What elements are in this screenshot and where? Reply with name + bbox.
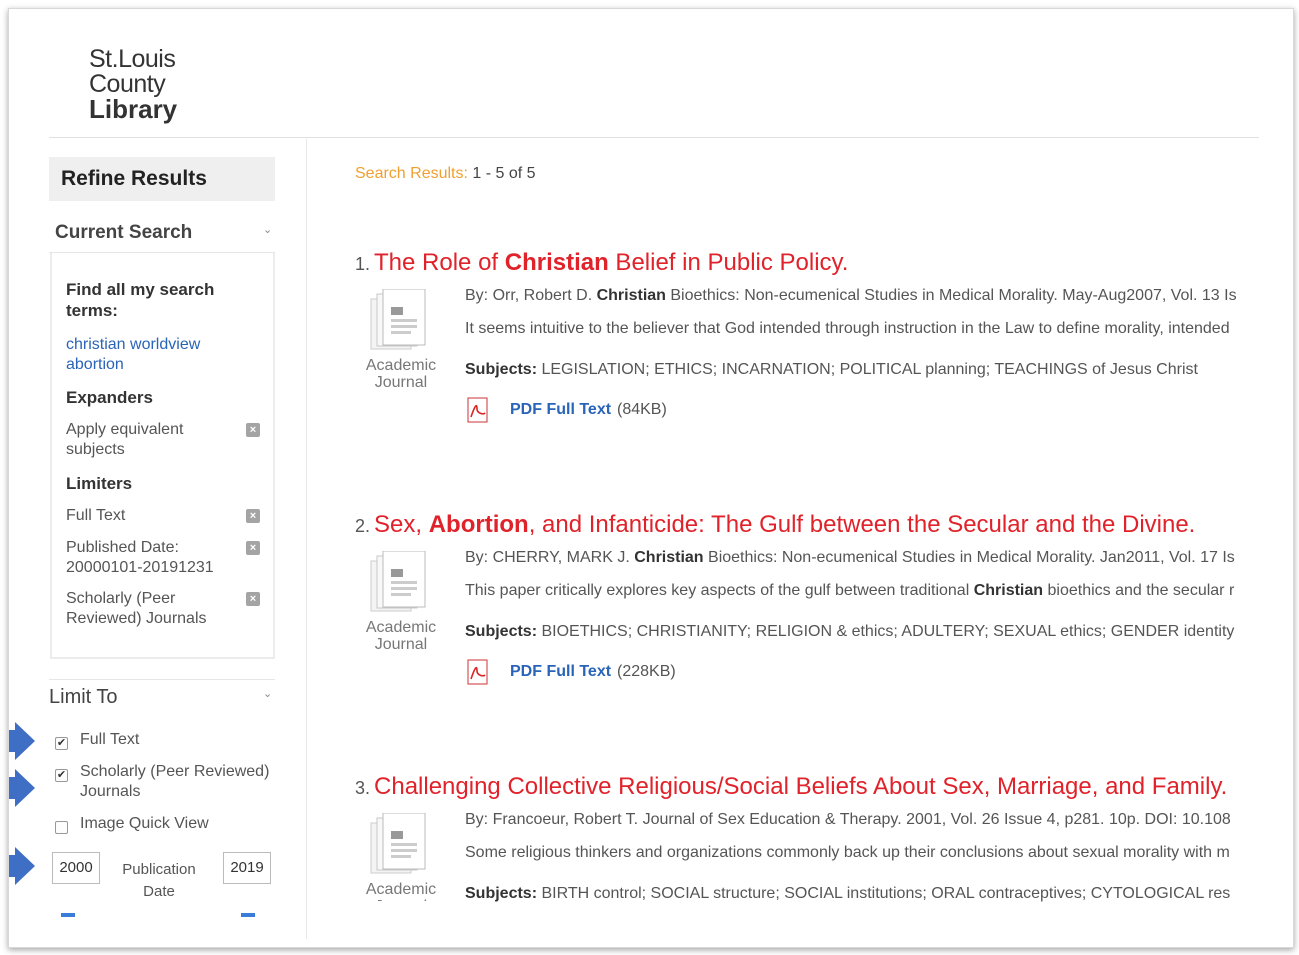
image-quick-view-checkbox[interactable] xyxy=(55,821,68,834)
title-part: , and Infanticide: The Gulf between the … xyxy=(528,511,1196,538)
current-search-toggle[interactable]: Current Search xyxy=(55,222,192,244)
result-byline: By: Francoeur, Robert T. Journal of Sex … xyxy=(465,811,1259,829)
logo-line-3: Library xyxy=(89,94,178,124)
find-all-terms-label: Find all my search terms: xyxy=(66,280,215,320)
scholarly-checkbox[interactable]: ✔ xyxy=(55,769,68,782)
abstract-text: bioethics and the secular r xyxy=(1043,582,1235,599)
remove-limiter-icon[interactable]: × xyxy=(246,541,260,555)
results-count-value: 1 - 5 of 5 xyxy=(472,165,536,182)
image-quick-view-label[interactable]: Image Quick View xyxy=(80,814,209,834)
abstract-text: Some religious thinkers and organization… xyxy=(465,844,1230,861)
title-part: Belief in Public Policy. xyxy=(608,249,849,276)
pdf-full-text-link[interactable]: PDF Full Text xyxy=(510,401,611,419)
result-abstract: This paper critically explores key aspec… xyxy=(465,582,1259,600)
subjects-label: Subjects: xyxy=(465,361,538,378)
remove-limiter-icon[interactable]: × xyxy=(246,592,260,606)
subjects-label: Subjects: xyxy=(465,885,538,902)
result-byline: By: Orr, Robert D. Christian Bioethics: … xyxy=(465,287,1259,305)
result-abstract: Some religious thinkers and organization… xyxy=(465,844,1259,862)
results-count: Search Results: 1 - 5 of 5 xyxy=(355,165,536,183)
byline-text: Bioethics: Non-ecumenical Studies in Med… xyxy=(665,287,1237,304)
library-logo[interactable]: St.Louis County Library xyxy=(89,45,178,124)
subjects-text: BIOETHICS; CHRISTIANITY; RELIGION & ethi… xyxy=(541,623,1235,640)
annotation-arrow-icon xyxy=(9,847,35,885)
refine-results-heading: Refine Results xyxy=(49,157,275,201)
result-number: 1. xyxy=(355,254,371,274)
annotation-arrow-icon xyxy=(9,722,35,760)
chevron-down-icon[interactable]: ⌄ xyxy=(263,687,272,700)
publication-date-label: Publication Date xyxy=(122,861,196,900)
result-subjects: Subjects: BIOETHICS; CHRISTIANITY; RELIG… xyxy=(465,623,1259,641)
result-abstract: It seems intuitive to the believer that … xyxy=(465,320,1259,338)
result-title[interactable]: 2. Sex, Abortion, and Infanticide: The Gu… xyxy=(355,511,1195,539)
abstract-highlight: Christian xyxy=(973,582,1044,599)
limiter-item: Full Text xyxy=(66,507,126,524)
chevron-down-icon[interactable]: ⌄ xyxy=(263,223,272,236)
title-part: Challenging Collective Religious/Social … xyxy=(374,773,1228,800)
title-part: Sex, xyxy=(374,511,429,538)
pdf-size: (228KB) xyxy=(617,663,676,680)
page-frame: St.Louis County Library Refine Results C… xyxy=(8,8,1294,948)
byline-highlight: Christian xyxy=(634,549,704,566)
document-type-label: Academic Journal xyxy=(365,619,437,653)
title-part: The Role of xyxy=(374,249,505,276)
date-slider-end-handle[interactable] xyxy=(241,913,255,917)
full-text-label[interactable]: Full Text xyxy=(80,730,139,750)
result-title[interactable]: 3. Challenging Collective Religious/Socia… xyxy=(355,773,1227,801)
limiter-item: Published Date: 20000101-20191231 xyxy=(66,539,214,576)
subjects-text: BIRTH control; SOCIAL structure; SOCIAL … xyxy=(541,885,1231,902)
pdf-full-text-link[interactable]: PDF Full Text xyxy=(510,663,611,681)
abstract-text: This paper critically explores key aspec… xyxy=(465,582,974,599)
logo-line-1: St.Louis xyxy=(89,45,176,73)
result-subjects: Subjects: BIRTH control; SOCIAL structur… xyxy=(465,885,1259,903)
abstract-text: It seems intuitive to the believer that … xyxy=(465,320,1230,337)
search-term-link[interactable]: christian worldview xyxy=(66,335,200,355)
limit-to-toggle[interactable]: Limit To xyxy=(49,686,118,709)
subjects-text: LEGISLATION; ETHICS; INCARNATION; POLITI… xyxy=(541,361,1198,378)
remove-limiter-icon[interactable]: × xyxy=(246,509,260,523)
pdf-icon[interactable] xyxy=(465,397,491,423)
title-highlight: Christian xyxy=(504,249,609,276)
annotation-arrow-icon xyxy=(9,769,35,807)
header-divider xyxy=(49,137,1259,138)
journal-document-icon[interactable] xyxy=(367,551,429,617)
title-highlight: Abortion xyxy=(428,511,529,538)
byline-text: By: Orr, Robert D. xyxy=(465,287,597,304)
remove-expander-icon[interactable]: × xyxy=(246,423,260,437)
date-slider-start-handle[interactable] xyxy=(61,913,75,917)
result-byline: By: CHERRY, MARK J. Christian Bioethics:… xyxy=(465,549,1259,567)
scholarly-label[interactable]: Scholarly (Peer Reviewed) Journals xyxy=(80,762,280,802)
subjects-label: Subjects: xyxy=(465,623,538,640)
journal-document-icon[interactable] xyxy=(367,289,429,355)
expanders-label: Expanders xyxy=(66,388,153,407)
results-count-label: Search Results: xyxy=(355,165,468,182)
date-from-input[interactable]: 2000 xyxy=(52,852,100,884)
byline-highlight: Christian xyxy=(596,287,666,304)
limit-to-divider xyxy=(49,679,275,680)
date-to-input[interactable]: 2019 xyxy=(223,852,271,884)
byline-text: By: Francoeur, Robert T. Journal of Sex … xyxy=(465,811,1231,828)
byline-text: Bioethics: Non-ecumenical Studies in Med… xyxy=(703,549,1235,566)
document-type-label: Academic Journal xyxy=(365,881,437,901)
limiter-item: Scholarly (Peer Reviewed) Journals xyxy=(66,590,207,627)
pdf-icon[interactable] xyxy=(465,659,491,685)
pdf-size: (84KB) xyxy=(617,401,667,418)
result-number: 3. xyxy=(355,778,371,798)
result-subjects: Subjects: LEGISLATION; ETHICS; INCARNATI… xyxy=(465,361,1259,379)
current-search-panel: Find all my search terms: christian worl… xyxy=(50,253,275,659)
byline-text: By: CHERRY, MARK J. xyxy=(465,549,635,566)
result-title[interactable]: 1. The Role of Christian Belief in Public… xyxy=(355,249,848,277)
journal-document-icon[interactable] xyxy=(367,813,429,879)
expander-item: Apply equivalent subjects xyxy=(66,421,184,458)
document-type-label: Academic Journal xyxy=(365,357,437,391)
full-text-checkbox[interactable]: ✔ xyxy=(55,737,68,750)
sidebar-divider xyxy=(306,139,307,939)
limiters-label: Limiters xyxy=(66,474,133,493)
search-term-link[interactable]: abortion xyxy=(66,355,124,375)
result-number: 2. xyxy=(355,516,371,536)
